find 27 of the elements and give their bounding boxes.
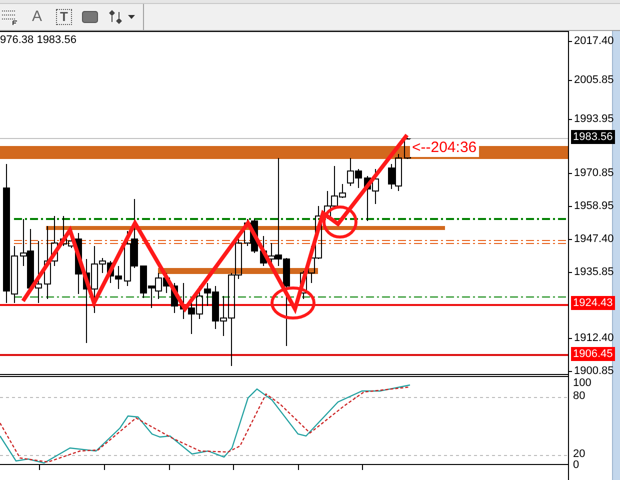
price-header: 976.38 1983.56 (0, 33, 76, 47)
rectangle-icon[interactable] (82, 11, 98, 23)
text-label-tool[interactable]: T (56, 9, 72, 25)
oscillator-axis-label: 0 (573, 459, 580, 472)
price-axis-label: 1935.85 (574, 265, 614, 279)
price-marker: 1983.56 (571, 130, 615, 144)
price-axis-label: 1947.40 (574, 232, 614, 246)
annotation-text: <--204:36 (410, 139, 479, 157)
circle-marker (270, 286, 316, 320)
price-axis-label: 1970.85 (574, 166, 614, 180)
fibonacci-grid-icon[interactable] (2, 9, 18, 25)
price-axis-label: 1900.85 (574, 364, 614, 378)
caret-icon[interactable] (128, 15, 135, 19)
oscillator-axis-label: 80 (573, 390, 586, 403)
scrollbar[interactable] (612, 31, 620, 480)
oscillator-axis-label: 100 (573, 377, 592, 390)
price-axis-label: 1912.40 (574, 331, 614, 345)
circle-marker (322, 206, 358, 238)
price-axis-label: 2005.85 (574, 73, 614, 87)
price-axis-label: 1958.95 (574, 199, 614, 213)
text-tool[interactable]: A (28, 6, 46, 28)
oscillator-axis-label: 20 (573, 448, 586, 460)
price-axis-label: 2017.40 (574, 34, 614, 48)
price-axis-label: 1993.95 (574, 112, 614, 126)
arrows-icon[interactable] (108, 9, 124, 25)
price-marker: 1906.45 (571, 347, 615, 361)
price-marker: 1924.43 (571, 296, 615, 310)
